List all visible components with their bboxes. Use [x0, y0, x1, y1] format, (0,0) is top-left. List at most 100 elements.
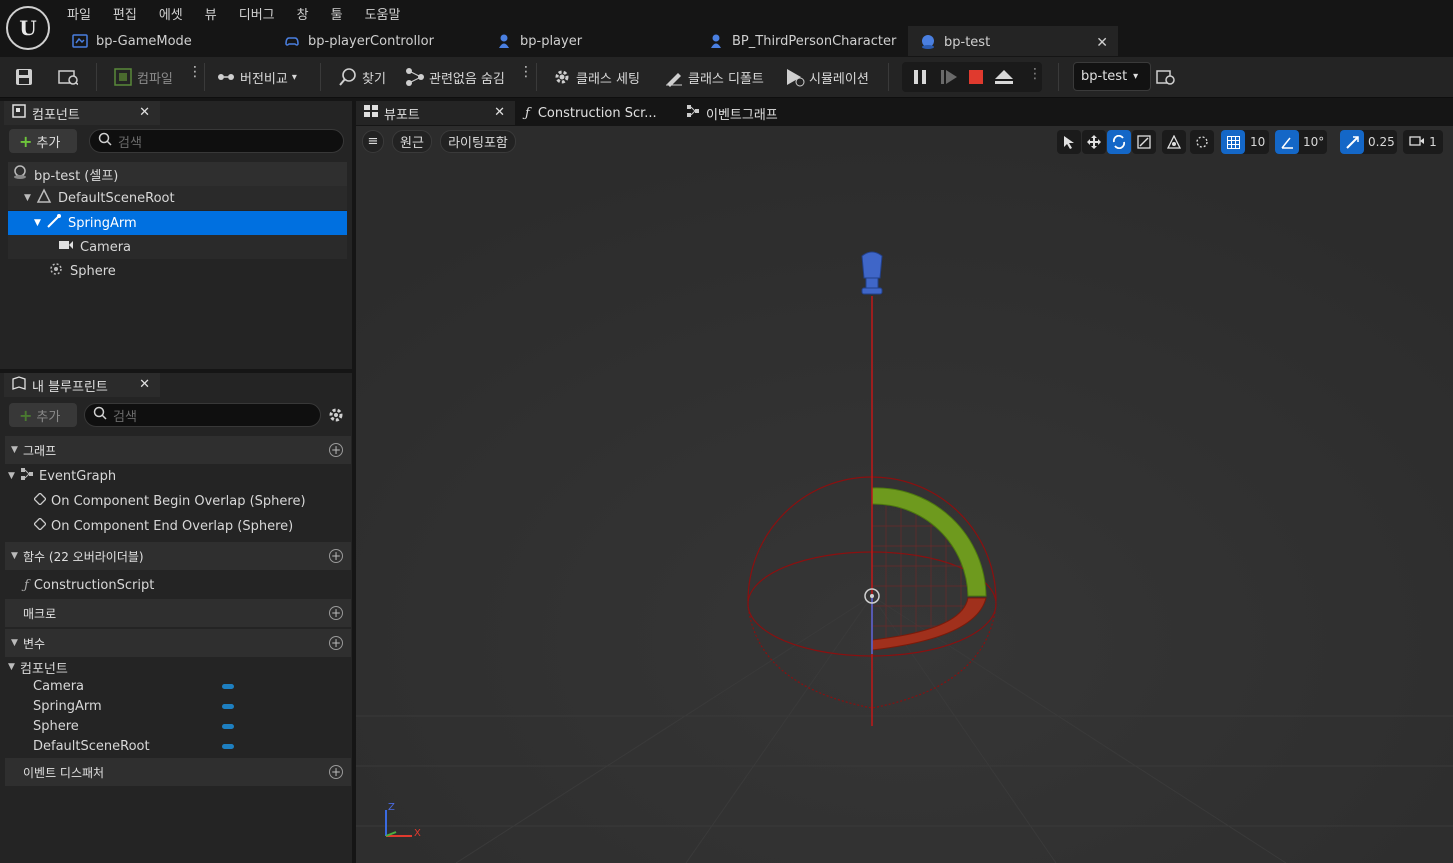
tab-construction-script[interactable]: ƒ Construction Scr... [517, 101, 677, 125]
play-options-icon[interactable]: ⋮ [1028, 66, 1042, 82]
eject-icon[interactable] [994, 69, 1014, 89]
variable-item-springarm[interactable]: SpringArm [33, 695, 348, 717]
grid-snap-toggle[interactable]: 10 [1221, 130, 1269, 154]
menu-view[interactable]: 뷰 [194, 0, 228, 24]
graph-icon [20, 467, 34, 485]
tree-item-camera[interactable]: Camera [8, 235, 347, 259]
tab-label: bp-test [944, 34, 991, 50]
close-icon[interactable]: ✕ [139, 377, 150, 392]
tab-bp-playercontrollor[interactable]: bp-playerControllor [272, 26, 484, 56]
menu-debug[interactable]: 디버그 [228, 0, 286, 24]
function-icon: ƒ [24, 577, 29, 593]
add-macro-icon[interactable]: + [329, 606, 343, 620]
expand-arrow-icon[interactable]: ▼ [24, 193, 36, 203]
tree-item-springarm[interactable]: ▼ SpringArm [8, 211, 347, 235]
menu-edit[interactable]: 편집 [102, 0, 148, 24]
menu-bar: 파일 편집 에셋 뷰 디버그 창 툴 도움말 [56, 0, 411, 24]
viewport[interactable]: Z X [356, 126, 1453, 863]
graph-item-eventgraph[interactable]: ▼ EventGraph [8, 465, 348, 487]
event-item-end-overlap[interactable]: On Component End Overlap (Sphere) [33, 515, 348, 537]
variable-item-camera[interactable]: Camera [33, 675, 348, 697]
simulation-button[interactable]: 시뮬레이션 [785, 57, 869, 97]
menu-window[interactable]: 창 [286, 0, 320, 24]
compile-icon [113, 67, 133, 87]
axis-x-label: X [414, 828, 421, 839]
tab-bp-thirdpersoncharacter[interactable]: BP_ThirdPersonCharacter [696, 26, 908, 56]
camera-speed-button[interactable]: 1 [1403, 130, 1443, 154]
menu-file[interactable]: 파일 [56, 0, 102, 24]
tree-item-defaultsceneroot[interactable]: ▼ DefaultSceneRoot [8, 186, 347, 210]
components-search-input[interactable]: 검색 [89, 129, 344, 153]
compile-button[interactable]: 컴파일 [113, 57, 173, 97]
select-mode-icon[interactable] [1057, 130, 1081, 154]
hide-unrelated-button[interactable]: 관련없음 숨김 [405, 57, 505, 97]
section-label: 그래프 [23, 443, 57, 458]
section-variables[interactable]: ▼ 변수 + [5, 629, 351, 657]
function-item-constructionscript[interactable]: ƒ ConstructionScript [24, 574, 348, 596]
section-event-dispatchers[interactable]: 이벤트 디스패처 + [5, 758, 351, 786]
variable-item-sphere[interactable]: Sphere [33, 715, 348, 737]
browse-button[interactable] [58, 57, 82, 97]
section-graphs[interactable]: ▼ 그래프 + [5, 436, 351, 464]
add-variable-icon[interactable]: + [329, 636, 343, 650]
viewport-options-button[interactable]: ≡ [362, 130, 384, 153]
event-item-begin-overlap[interactable]: On Component Begin Overlap (Sphere) [33, 490, 348, 512]
lit-mode-button[interactable]: 라이팅포함 [440, 130, 516, 153]
find-options-icon[interactable]: ⋮ [519, 65, 533, 79]
pawn-icon [496, 33, 512, 49]
settings-gear-icon[interactable] [327, 406, 345, 428]
tab-bp-gamemode[interactable]: bp-GameMode [60, 26, 272, 56]
expand-arrow-icon: ▼ [8, 471, 15, 481]
close-icon[interactable]: ✕ [139, 105, 150, 120]
rotation-snap-toggle[interactable]: 10° [1275, 130, 1327, 154]
section-functions[interactable]: ▼ 함수 (22 오버라이더블) + [5, 542, 351, 570]
tree-item-label: DefaultSceneRoot [58, 190, 175, 206]
tab-event-graph[interactable]: 이벤트그래프 [678, 101, 838, 125]
tab-bp-player[interactable]: bp-player [484, 26, 696, 56]
add-member-button[interactable]: + 추가 [9, 403, 77, 427]
menu-tools[interactable]: 툴 [320, 0, 354, 24]
find-button[interactable]: 찾기 [338, 57, 386, 97]
pause-icon[interactable] [912, 69, 928, 89]
my-blueprint-tab[interactable]: 내 블루프린트 ✕ [4, 373, 160, 397]
scale-mode-icon[interactable] [1132, 130, 1156, 154]
world-local-icon[interactable] [1162, 130, 1186, 154]
debug-object-select[interactable]: bp-test ▾ [1073, 62, 1151, 91]
blueprint-search-input[interactable]: 검색 [84, 403, 321, 427]
step-icon[interactable] [940, 69, 958, 89]
class-defaults-button[interactable]: 클래스 디폴트 [664, 57, 764, 97]
add-graph-icon[interactable]: + [329, 443, 343, 457]
variable-item-defaultsceneroot[interactable]: DefaultSceneRoot [33, 735, 348, 757]
tab-label: Construction Scr... [537, 105, 657, 121]
tree-item-self[interactable]: bp-test (셀프) [8, 162, 347, 186]
main-toolbar: 컴파일 ⋮ 버전비교 ▾ 찾기 관련없음 숨김 ⋮ 클래스 세팅 클래스 디폴트 [0, 57, 1453, 98]
tab-bp-test[interactable]: bp-test ✕ [908, 26, 1118, 56]
rotate-mode-icon[interactable] [1107, 130, 1131, 154]
close-icon[interactable]: ✕ [494, 105, 505, 120]
variable-label: Camera [33, 678, 85, 694]
diff-button[interactable]: 버전비교 ▾ [216, 57, 297, 97]
components-tab[interactable]: 컴포넌트 ✕ [4, 101, 160, 125]
tree-item-sphere[interactable]: Sphere [8, 259, 347, 283]
stop-icon[interactable] [968, 69, 984, 89]
unreal-logo-icon[interactable]: U [6, 6, 50, 50]
tab-viewport[interactable]: 뷰포트 ✕ [356, 101, 515, 125]
debug-browse-button[interactable] [1156, 57, 1180, 97]
scale-snap-toggle[interactable]: 0.25 [1340, 130, 1397, 154]
menu-asset[interactable]: 에셋 [148, 0, 194, 24]
class-settings-button[interactable]: 클래스 세팅 [552, 57, 640, 97]
perspective-button[interactable]: 원근 [392, 130, 432, 153]
event-item-label: On Component End Overlap (Sphere) [51, 518, 294, 534]
add-function-icon[interactable]: + [329, 549, 343, 563]
translate-mode-icon[interactable] [1082, 130, 1106, 154]
menu-help[interactable]: 도움말 [354, 0, 412, 24]
expand-arrow-icon[interactable]: ▼ [34, 218, 46, 228]
surface-snap-icon[interactable] [1190, 130, 1214, 154]
section-macros[interactable]: 매크로 + [5, 599, 351, 627]
save-button[interactable] [14, 57, 38, 97]
add-dispatcher-icon[interactable]: + [329, 765, 343, 779]
compile-options-icon[interactable]: ⋮ [188, 65, 202, 79]
viewport-scene[interactable] [356, 126, 1453, 863]
add-component-button[interactable]: + 추가 [9, 129, 77, 153]
close-icon[interactable]: ✕ [1096, 35, 1108, 51]
